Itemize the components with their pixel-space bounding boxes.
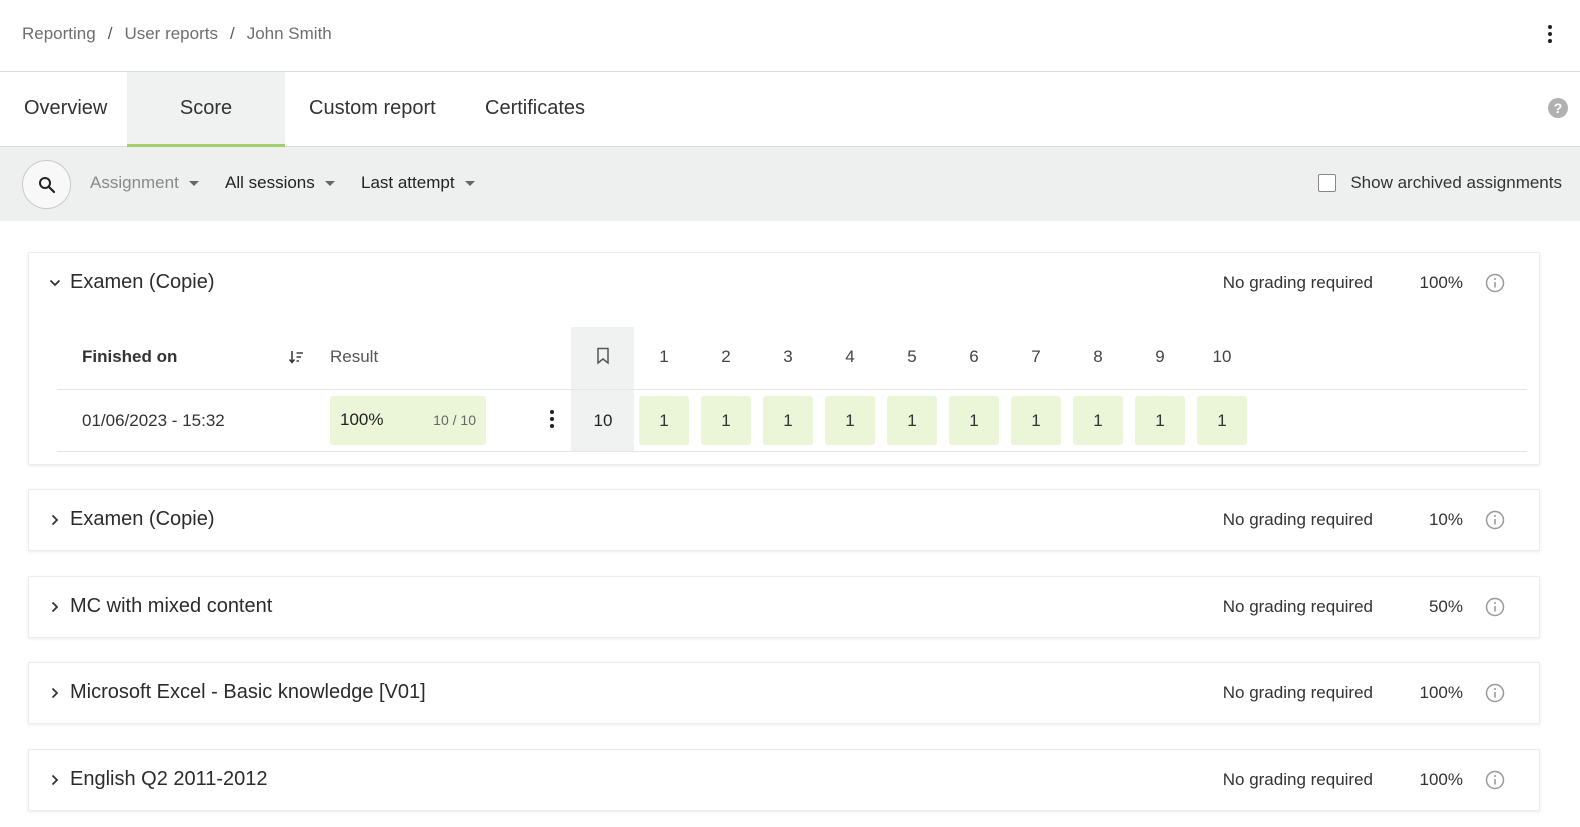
assignment-card-header[interactable]: English Q2 2011-2012 No grading required… <box>29 750 1539 812</box>
question-score[interactable]: 1 <box>1011 396 1061 445</box>
assignment-card-header[interactable]: Examen (Copie) No grading required 10% <box>29 490 1539 552</box>
info-icon[interactable] <box>1485 510 1505 530</box>
assignment-dropdown-label: Assignment <box>90 173 179 192</box>
assignment-card-header[interactable]: MC with mixed content No grading require… <box>29 577 1539 639</box>
grading-status: No grading required <box>1222 770 1373 789</box>
result-badge: 100% 10 / 10 <box>330 396 486 445</box>
breadcrumb-user-reports[interactable]: User reports <box>124 24 218 44</box>
result-header: Result <box>330 347 379 366</box>
assignment-card-header[interactable]: Microsoft Excel - Basic knowledge [V01] … <box>29 663 1539 725</box>
chevron-right-icon[interactable] <box>49 514 61 526</box>
chevron-down-icon[interactable] <box>49 277 61 289</box>
assignment-title: English Q2 2011-2012 <box>70 768 268 790</box>
breadcrumb: Reporting / User reports / John Smith <box>22 24 332 44</box>
chevron-right-icon[interactable] <box>49 601 61 613</box>
assignment-title: Microsoft Excel - Basic knowledge [V01] <box>70 681 426 703</box>
table-header-row: Finished on Result 1 2 3 4 5 6 7 8 9 10 <box>57 327 1527 390</box>
question-number: 10 <box>1212 347 1232 366</box>
assignment-percent: 50% <box>1428 597 1463 616</box>
grading-status: No grading required <box>1222 683 1373 702</box>
chevron-right-icon[interactable] <box>49 774 61 786</box>
show-archived-checkbox[interactable] <box>1318 174 1337 192</box>
row-options-icon[interactable] <box>547 410 557 430</box>
question-score[interactable]: 1 <box>639 396 689 445</box>
grading-status: No grading required <box>1222 273 1373 292</box>
tab-custom-report[interactable]: Custom report <box>285 72 460 147</box>
assignment-title: Examen (Copie) <box>70 508 215 530</box>
assignment-card[interactable]: English Q2 2011-2012 No grading required… <box>28 749 1540 811</box>
question-score[interactable]: 1 <box>949 396 999 445</box>
question-number: 9 <box>1155 347 1165 366</box>
breadcrumb-current: John Smith <box>246 24 332 43</box>
question-number: 3 <box>783 347 793 366</box>
question-score[interactable]: 1 <box>763 396 813 445</box>
search-icon <box>39 177 56 194</box>
show-archived-label: Show archived assignments <box>1350 173 1562 192</box>
question-score[interactable]: 1 <box>1197 396 1247 445</box>
sessions-dropdown-label: All sessions <box>225 173 315 192</box>
table-row[interactable]: 01/06/2023 - 15:32 100% 10 / 10 10 1 1 1… <box>57 390 1527 452</box>
assignment-title: Examen (Copie) <box>70 271 215 293</box>
question-score[interactable]: 1 <box>701 396 751 445</box>
info-icon[interactable] <box>1485 683 1505 703</box>
top-bar: Reporting / User reports / John Smith <box>0 0 1580 72</box>
tab-overview[interactable]: Overview <box>0 72 131 147</box>
question-number: 4 <box>845 347 855 366</box>
sessions-dropdown[interactable]: All sessions <box>225 173 335 193</box>
caret-down-icon <box>464 180 475 186</box>
grading-status: No grading required <box>1222 597 1373 616</box>
show-archived-toggle[interactable]: Show archived assignments <box>1318 173 1562 193</box>
tab-certificates[interactable]: Certificates <box>461 72 609 147</box>
assignment-percent: 10% <box>1428 510 1463 529</box>
breadcrumb-reporting[interactable]: Reporting <box>22 24 96 44</box>
finished-on-header: Finished on <box>82 347 178 366</box>
breadcrumb-separator: / <box>229 24 235 43</box>
question-score[interactable]: 1 <box>825 396 875 445</box>
question-number: 5 <box>907 347 917 366</box>
question-number: 8 <box>1093 347 1103 366</box>
question-score[interactable]: 1 <box>887 396 937 445</box>
tab-bar: Overview Score report Custom report Cert… <box>0 72 1580 191</box>
finished-date: 01/06/2023 - 15:32 <box>82 411 225 430</box>
caret-down-icon <box>324 180 335 186</box>
attempt-dropdown-label: Last attempt <box>361 173 455 192</box>
question-number: 1 <box>659 347 669 366</box>
assignment-card[interactable]: Microsoft Excel - Basic knowledge [V01] … <box>28 662 1540 724</box>
question-score[interactable]: 1 <box>1135 396 1185 445</box>
result-percent: 100% <box>340 410 384 429</box>
attempt-dropdown[interactable]: Last attempt <box>361 173 475 193</box>
question-number: 6 <box>969 347 979 366</box>
assignment-percent: 100% <box>1419 273 1463 292</box>
assignment-title: MC with mixed content <box>70 595 273 617</box>
assignment-card-header[interactable]: Examen (Copie) No grading required 100% <box>29 253 1539 315</box>
assignment-dropdown[interactable]: Assignment <box>90 173 199 193</box>
filter-bar: Assignment All sessions Last attempt Sho… <box>0 147 1580 221</box>
assignment-percent: 100% <box>1419 683 1463 702</box>
search-button[interactable] <box>22 160 71 209</box>
question-number: 2 <box>721 347 731 366</box>
grading-status: No grading required <box>1222 510 1373 529</box>
sort-icon[interactable] <box>288 349 304 365</box>
assignment-card[interactable]: MC with mixed content No grading require… <box>28 576 1540 638</box>
assignment-percent: 100% <box>1419 770 1463 789</box>
bookmark-icon[interactable] <box>596 347 610 365</box>
caret-down-icon <box>188 180 199 186</box>
bookmark-count: 10 <box>593 411 613 430</box>
assignment-card-expanded: Examen (Copie) No grading required 100% … <box>28 252 1540 465</box>
question-score[interactable]: 1 <box>1073 396 1123 445</box>
assignment-card[interactable]: Examen (Copie) No grading required 10% <box>28 489 1540 551</box>
tab-score-report[interactable]: Score report <box>127 72 285 191</box>
info-icon[interactable] <box>1485 770 1505 790</box>
question-number: 7 <box>1031 347 1041 366</box>
chevron-right-icon[interactable] <box>49 687 61 699</box>
result-fraction: 10 / 10 <box>433 412 476 428</box>
more-options-icon[interactable] <box>1540 22 1560 46</box>
breadcrumb-separator: / <box>107 24 113 43</box>
info-icon[interactable] <box>1485 597 1505 617</box>
info-icon[interactable] <box>1485 273 1505 293</box>
help-icon[interactable]: ? <box>1548 98 1568 118</box>
